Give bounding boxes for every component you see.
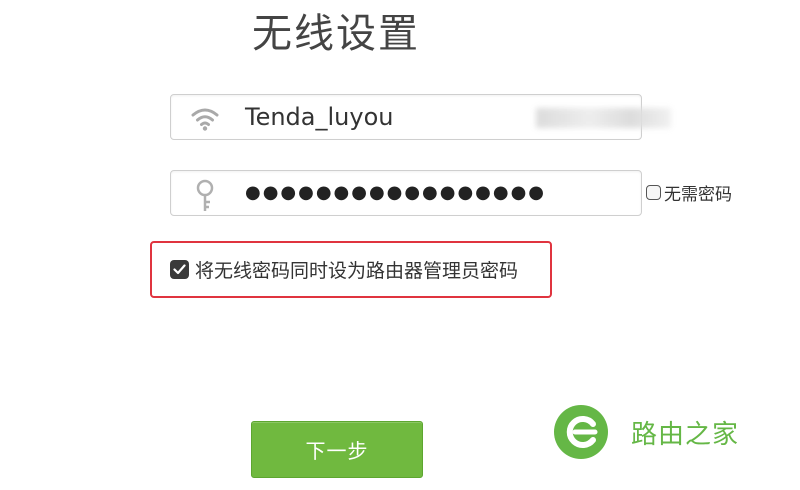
- ssid-value: Tenda_luyou: [245, 103, 394, 131]
- watermark: 路由之家: [553, 404, 739, 460]
- key-icon: [187, 179, 223, 211]
- brand-logo-icon: [553, 404, 609, 460]
- wifi-icon: [187, 103, 223, 133]
- watermark-text: 路由之家: [631, 419, 740, 450]
- checkbox-unchecked-icon[interactable]: [646, 185, 661, 200]
- no-password-label: 无需密码: [664, 185, 732, 205]
- password-field[interactable]: ●●●●●●●●●●●●●●●●●: [170, 170, 642, 216]
- no-password-checkbox[interactable]: 无需密码: [646, 180, 732, 205]
- password-value: ●●●●●●●●●●●●●●●●●: [245, 182, 547, 203]
- admin-password-checkbox[interactable]: 将无线密码同时设为路由器管理员密码: [170, 256, 518, 283]
- admin-password-label: 将无线密码同时设为路由器管理员密码: [195, 260, 519, 282]
- next-button[interactable]: 下一步: [251, 421, 423, 478]
- page-title: 无线设置: [252, 11, 420, 57]
- checkbox-checked-icon[interactable]: [170, 260, 189, 279]
- redacted-text: [536, 108, 671, 128]
- ssid-field[interactable]: Tenda_luyou: [170, 94, 671, 140]
